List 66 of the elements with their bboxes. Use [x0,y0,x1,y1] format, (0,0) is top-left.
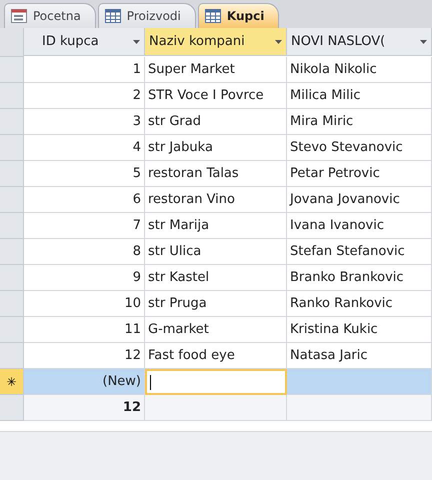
table-cell: Petar Petrovic [287,161,432,187]
table-cell: restoran Talas [145,161,287,187]
table-cell: 2 [24,83,145,109]
table-cell: Stefan Stefanovic [287,239,432,265]
table-cell: Kristina Kukic [287,317,432,343]
table-cell: Ivana Ivanovic [287,213,432,239]
column-header[interactable]: Naziv kompani [145,28,287,56]
table-cell: 6 [24,187,145,213]
table-cell: (New) [24,369,145,395]
form-icon [11,9,27,23]
row-selector [0,395,24,421]
document-tab[interactable]: Kupci [198,3,280,28]
table-cell: str Kastel [145,265,287,291]
table-cell: Natasa Jaric [287,343,432,369]
row-selector[interactable] [0,57,24,83]
row-selector[interactable] [0,265,24,291]
table-cell: G-market [145,317,287,343]
table-cell: Jovana Jovanovic [287,187,432,213]
table-cell: Nikola Nikolic [287,57,432,83]
column-header[interactable]: ID kupca [24,28,145,56]
table-icon [104,9,121,23]
table-cell: 11 [24,317,145,343]
table-cell: Milica Milic [287,83,432,109]
table-cell: STR Voce I Povrce [145,83,287,109]
dropdown-arrow-icon[interactable] [133,40,140,44]
table-cell: 12 [24,343,145,369]
table-cell: str Ulica [145,239,287,265]
table-cell: 4 [24,135,145,161]
table-cell: str Marija [145,213,287,239]
table-cell: restoran Vino [145,187,287,213]
document-tab[interactable]: Pocetna [4,3,96,28]
table-cell: 8 [24,239,145,265]
table-cell: Stevo Stevanovic [287,135,432,161]
row-selector[interactable] [0,317,24,343]
select-all-corner[interactable] [0,28,24,57]
table-cell: Branko Brankovic [287,265,432,291]
row-selector[interactable] [0,187,24,213]
table-cell: str Pruga [145,291,287,317]
table-cell: Super Market [145,57,287,83]
row-selector[interactable] [0,161,24,187]
table-cell: 7 [24,213,145,239]
table-cell: 1 [24,57,145,83]
dropdown-arrow-icon[interactable] [275,40,282,44]
row-selector[interactable] [0,343,24,369]
row-selector[interactable] [0,83,24,109]
new-record-marker: ✳ [0,369,24,395]
column-header[interactable]: NOVI NASLOV( [287,28,432,56]
row-selector[interactable] [0,291,24,317]
table-cell: Mira Miric [287,109,432,135]
table-icon [204,9,221,23]
table-cell: Fast food eye [145,343,287,369]
table-cell: str Jabuka [145,135,287,161]
dropdown-arrow-icon[interactable] [420,40,427,44]
row-selector[interactable] [0,109,24,135]
table-cell: 3 [24,109,145,135]
row-selector[interactable] [0,239,24,265]
row-selector[interactable] [0,135,24,161]
table-cell: 5 [24,161,145,187]
table-cell: str Grad [145,109,287,135]
totals-cell: 12 [24,395,145,421]
table-cell: Ranko Rankovic [287,291,432,317]
input-field[interactable] [145,369,287,395]
table-cell: 9 [24,265,145,291]
row-selector[interactable] [0,213,24,239]
document-tab[interactable]: Proizvodi [98,3,196,28]
table-cell: 10 [24,291,145,317]
